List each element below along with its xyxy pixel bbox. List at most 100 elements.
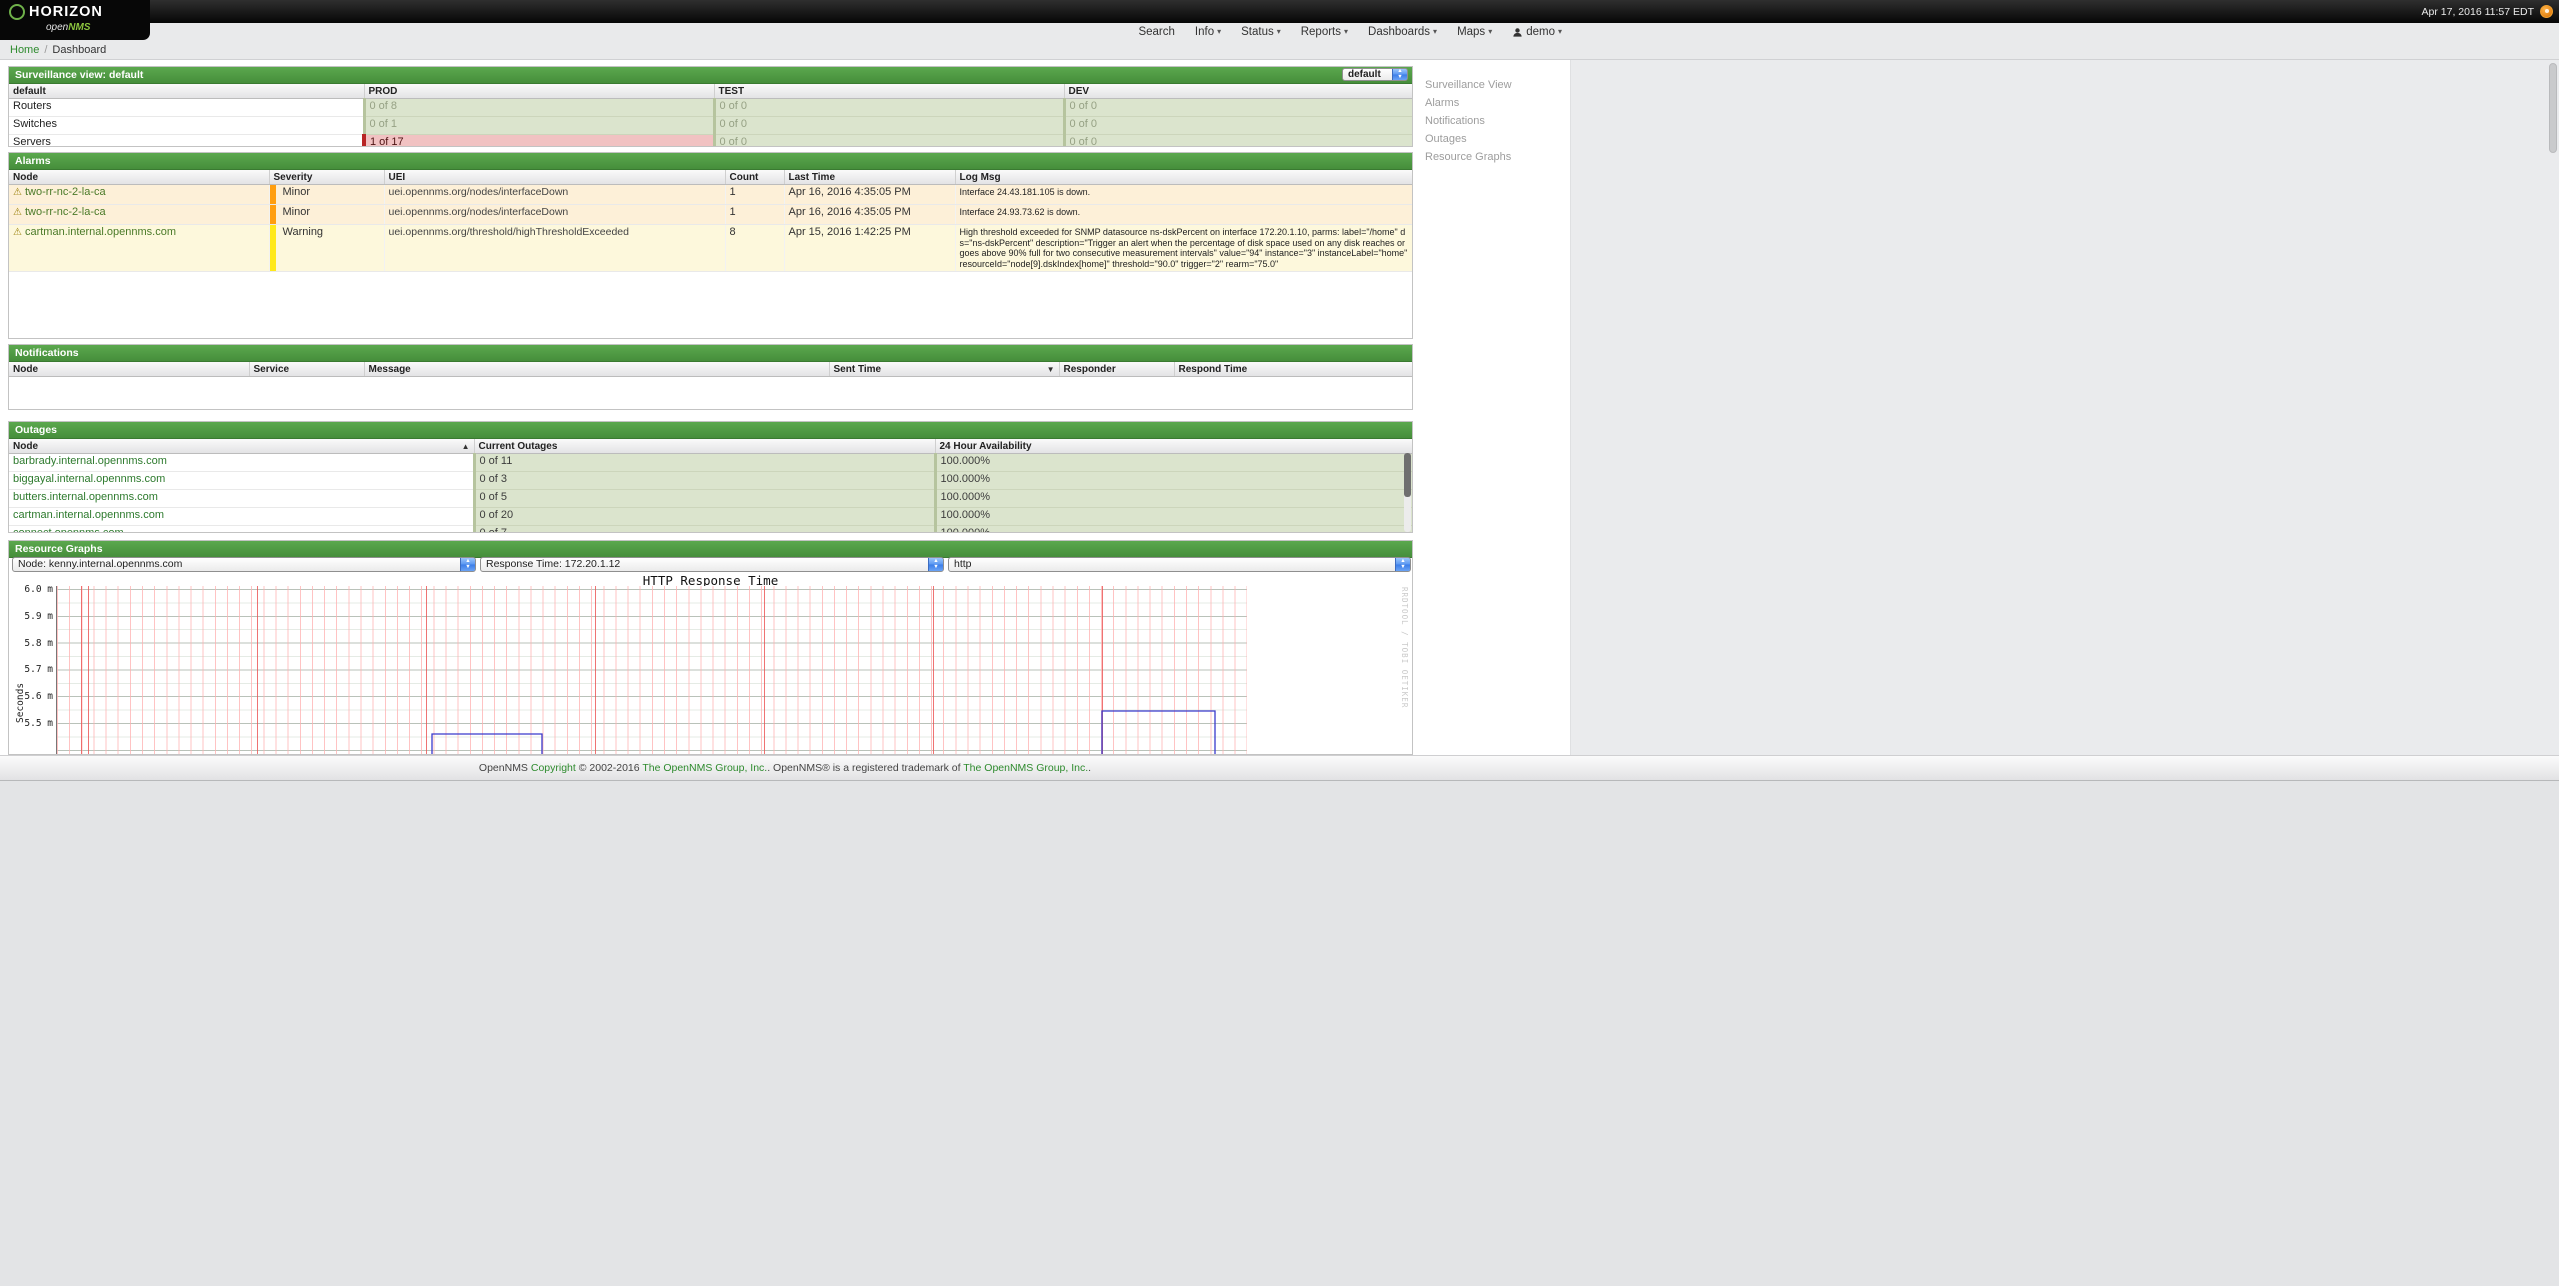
- category-label: Servers: [9, 135, 364, 148]
- resource-graphs-panel-header: Resource Graphs: [9, 541, 1412, 558]
- category-label: Switches: [9, 117, 364, 135]
- warning-triangle-icon: ⚠: [13, 187, 22, 198]
- status-cell: 0 of 0: [714, 99, 1064, 117]
- column-header-node: Node: [9, 170, 269, 185]
- column-header-respond-time: Respond Time: [1174, 362, 1413, 377]
- footer: OpenNMS Copyright © 2002-2016 The OpenNM…: [0, 755, 2559, 781]
- outage-row: connect.opennms.com 0 of 7 100.000%: [9, 526, 1413, 534]
- status-cell: 0 of 8: [364, 99, 714, 117]
- column-header-node[interactable]: Node▲: [9, 439, 474, 454]
- scrollbar-thumb[interactable]: [1404, 453, 1411, 497]
- graph-select[interactable]: http ▲▼: [948, 557, 1411, 572]
- select-stepper-icon: ▲▼: [928, 557, 944, 572]
- nav-search[interactable]: Search: [1138, 26, 1174, 38]
- column-header-last-time: Last Time: [784, 170, 955, 185]
- nav-reports[interactable]: Reports▾: [1301, 26, 1348, 38]
- quicklink-alarms[interactable]: Alarms: [1425, 97, 1512, 109]
- column-header-uei: UEI: [384, 170, 725, 185]
- surveillance-row: Routers 0 of 8 0 of 0 0 of 0: [9, 99, 1413, 117]
- column-header-count: Count: [725, 170, 784, 185]
- sort-desc-icon: ▼: [1047, 365, 1055, 374]
- y-axis-label: Seconds: [15, 683, 26, 723]
- opennms-group-link[interactable]: The OpenNMS Group, Inc.: [642, 762, 767, 774]
- outage-node-link[interactable]: connect.opennms.com: [13, 527, 124, 533]
- availability-cell: 100.000%: [935, 490, 1413, 508]
- alarms-panel-header: Alarms: [9, 153, 1412, 170]
- y-axis-tick: 5.9 m: [11, 611, 53, 622]
- nav-user-menu[interactable]: demo▾: [1512, 26, 1562, 38]
- alarm-node-link[interactable]: two-rr-nc-2-la-ca: [25, 206, 106, 218]
- breadcrumb: Home / Dashboard: [0, 40, 1570, 60]
- outage-node-link[interactable]: biggayal.internal.opennms.com: [13, 473, 165, 485]
- column-header-test: TEST: [714, 84, 1064, 99]
- alarm-count: 1: [725, 205, 784, 225]
- outages-panel-header: Outages: [9, 422, 1412, 439]
- chevron-down-icon: ▾: [1488, 28, 1492, 36]
- alarm-node-cell: ⚠cartman.internal.opennms.com: [9, 225, 269, 272]
- breadcrumb-home-link[interactable]: Home: [10, 44, 39, 56]
- outage-node-link[interactable]: barbrady.internal.opennms.com: [13, 455, 167, 467]
- user-avatar-icon[interactable]: [2540, 5, 2553, 18]
- nav-maps[interactable]: Maps▾: [1457, 26, 1492, 38]
- chevron-down-icon: ▾: [1344, 28, 1348, 36]
- outage-row: barbrady.internal.opennms.com 0 of 11 10…: [9, 454, 1413, 472]
- status-cell: 0 of 0: [714, 117, 1064, 135]
- outage-node-link[interactable]: butters.internal.opennms.com: [13, 491, 158, 503]
- dashboard-quicklinks: Surveillance View Alarms Notifications O…: [1425, 79, 1512, 169]
- resource-graphs-panel: Resource Graphs Node: kenny.internal.ope…: [8, 540, 1413, 755]
- column-header-dev: DEV: [1064, 84, 1413, 99]
- nav-info[interactable]: Info▾: [1195, 26, 1221, 38]
- outage-node-link[interactable]: cartman.internal.opennms.com: [13, 509, 164, 521]
- nav-dashboards[interactable]: Dashboards▾: [1368, 26, 1437, 38]
- column-header-responder: Responder: [1059, 362, 1174, 377]
- breadcrumb-separator: /: [44, 44, 47, 56]
- alarm-node-link[interactable]: cartman.internal.opennms.com: [25, 226, 176, 238]
- node-select[interactable]: Node: kenny.internal.opennms.com ▲▼: [12, 557, 476, 572]
- alarm-node-link[interactable]: two-rr-nc-2-la-ca: [25, 186, 106, 198]
- panel-title: Surveillance view: default: [15, 69, 143, 81]
- alarm-uei: uei.opennms.org/threshold/highThresholdE…: [384, 225, 725, 272]
- alarm-last-time: Apr 16, 2016 4:35:05 PM: [784, 205, 955, 225]
- warning-triangle-icon: ⚠: [13, 227, 22, 238]
- quicklink-notifications[interactable]: Notifications: [1425, 115, 1512, 127]
- quicklink-surveillance-view[interactable]: Surveillance View: [1425, 79, 1512, 91]
- copyright-link[interactable]: Copyright: [531, 762, 576, 774]
- column-header-node: Node: [9, 362, 249, 377]
- availability-cell: 100.000%: [935, 454, 1413, 472]
- outage-node-cell: cartman.internal.opennms.com: [9, 508, 474, 526]
- notifications-panel-header: Notifications: [9, 345, 1412, 362]
- logo[interactable]: HORIZON openNMS: [0, 0, 150, 40]
- resource-select[interactable]: Response Time: 172.20.1.12 ▲▼: [480, 557, 944, 572]
- column-header-service: Service: [249, 362, 364, 377]
- y-axis-tick: 5.8 m: [11, 638, 53, 649]
- status-cell: 0 of 0: [1064, 117, 1413, 135]
- surveillance-view-panel: Surveillance view: default default ▲▼ de…: [8, 66, 1413, 147]
- breadcrumb-current: Dashboard: [52, 44, 106, 56]
- alarm-count: 8: [725, 225, 784, 272]
- outage-row: cartman.internal.opennms.com 0 of 20 100…: [9, 508, 1413, 526]
- warning-triangle-icon: ⚠: [13, 207, 22, 218]
- footer-text: OpenNMS Copyright © 2002-2016 The OpenNM…: [0, 756, 1570, 780]
- logo-title: HORIZON: [29, 4, 103, 20]
- category-label: Routers: [9, 99, 364, 117]
- nav-status[interactable]: Status▾: [1241, 26, 1281, 38]
- column-header-sent-time[interactable]: Sent Time▼: [829, 362, 1059, 377]
- availability-cell: 100.000%: [935, 472, 1413, 490]
- availability-cell: 100.000%: [935, 508, 1413, 526]
- quicklink-outages[interactable]: Outages: [1425, 133, 1512, 145]
- current-outages-cell: 0 of 3: [474, 472, 935, 490]
- alarms-panel: Alarms Node Severity UEI Count Last Time…: [8, 152, 1413, 339]
- select-stepper-icon: ▲▼: [1395, 557, 1411, 572]
- plot-area: [56, 586, 1247, 755]
- chevron-down-icon: ▾: [1217, 28, 1221, 36]
- outage-node-cell: barbrady.internal.opennms.com: [9, 454, 474, 472]
- page-scrollbar-thumb[interactable]: [2549, 63, 2557, 153]
- chart-title: HTTP Response Time: [9, 573, 1412, 586]
- outages-scrollbar[interactable]: [1404, 453, 1411, 532]
- select-stepper-icon: ▲▼: [1392, 68, 1408, 81]
- quicklink-resource-graphs[interactable]: Resource Graphs: [1425, 151, 1512, 163]
- column-header-current-outages: Current Outages: [474, 439, 935, 454]
- opennms-group-link[interactable]: The OpenNMS Group, Inc.: [963, 762, 1088, 774]
- column-header-log-msg: Log Msg: [955, 170, 1413, 185]
- surveillance-view-select[interactable]: default ▲▼: [1342, 68, 1408, 81]
